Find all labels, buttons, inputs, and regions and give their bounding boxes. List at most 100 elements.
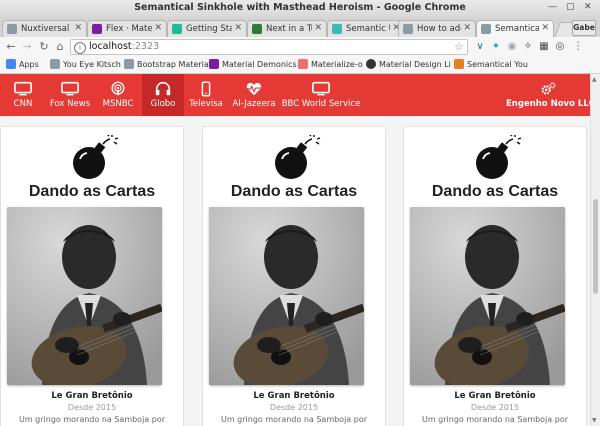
nav-label: MSNBC: [102, 99, 134, 109]
browser-tab[interactable]: Next in a Tu ✕: [247, 20, 327, 37]
card-since: Desde 2015: [67, 403, 117, 412]
bookmark-icon: [124, 59, 134, 69]
cogs-icon: [541, 82, 556, 95]
brand-engenho-novo[interactable]: Engenho Novo LLC: [506, 74, 590, 116]
tab-label: Next in a Tu: [266, 24, 312, 34]
bomb-icon: [275, 135, 321, 179]
browser-tab-active[interactable]: Semantical ✕: [476, 20, 554, 37]
bookmark-item[interactable]: Material Design Li: [366, 59, 451, 71]
tab-label: How to add: [417, 24, 461, 34]
card-name: Le Gran Bretônio: [253, 391, 335, 401]
tv-icon: [312, 81, 330, 96]
extension-icon[interactable]: ▦: [538, 41, 550, 53]
card-title: Dando as Cartas: [28, 183, 156, 200]
address-bar[interactable]: i localhost:2323 ☆: [70, 39, 468, 55]
nav-label: BBC World Service: [281, 99, 361, 109]
home-icon[interactable]: ⌂: [53, 39, 67, 55]
extension-icon[interactable]: ◎: [554, 41, 566, 53]
heartbeat-icon: [245, 82, 263, 96]
browser-toolbar: ← → ↻ ⌂ i localhost:2323 ☆ ∨ ✦ ◉ ✧ ▦ ◎ ⋮: [0, 37, 600, 57]
tab-favicon-icon: [403, 24, 413, 34]
window-titlebar: Semantical Sinkhole with Masthead Herois…: [0, 0, 600, 18]
browser-tab[interactable]: Flex · Materi ✕: [87, 20, 167, 37]
bookmark-item[interactable]: Semantical You: [454, 59, 528, 71]
tab-label: Nuxtiversal: [21, 24, 70, 34]
brand-label: Engenho Novo LLC: [506, 99, 590, 109]
profile-card: Dando as Cartas Le Gran Bretônio Desde 2…: [403, 126, 587, 426]
mobile-icon: [201, 81, 211, 97]
menu-icon[interactable]: ⋮: [572, 41, 584, 53]
tab-close-icon[interactable]: ✕: [463, 23, 471, 33]
card-description: Um gringo morando na Samboja por: [220, 415, 368, 424]
profile-card: Dando as Cartas Le Gran Bretônio Desde 2…: [202, 126, 386, 426]
nav-item-al-jazeera[interactable]: Al-Jazeera: [228, 74, 280, 116]
tab-close-icon[interactable]: ✕: [314, 23, 322, 33]
tab-favicon-icon: [172, 24, 182, 34]
nav-item-bbc-world-service[interactable]: BBC World Service: [280, 74, 362, 116]
tab-close-icon[interactable]: ✕: [74, 23, 82, 33]
nav-label: Al-Jazeera: [232, 99, 276, 109]
tv-icon: [61, 81, 79, 96]
bookmark-item[interactable]: Bootstrap Materia: [124, 59, 209, 71]
apps-icon: [6, 59, 16, 69]
forward-icon[interactable]: →: [20, 39, 34, 55]
maximize-icon[interactable]: ▢: [566, 2, 575, 12]
browser-tab[interactable]: Getting Star ✕: [167, 20, 247, 37]
bookmark-item[interactable]: Materialize-o: [298, 59, 363, 71]
profile-button[interactable]: Gabe: [572, 20, 596, 36]
browser-tab[interactable]: Semantic U ✕: [327, 20, 405, 37]
card-description: Um gringo morando na Samboja por: [421, 415, 569, 424]
profile-card: Dando as Cartas Le Gran Bretônio Desde 2…: [0, 126, 184, 426]
tab-close-icon[interactable]: ✕: [154, 23, 162, 33]
tab-label: Semantic U: [346, 24, 390, 34]
back-icon[interactable]: ←: [4, 39, 18, 55]
reload-icon[interactable]: ↻: [37, 39, 51, 55]
bookmark-icon: [50, 59, 60, 69]
tab-close-icon[interactable]: ✕: [234, 23, 242, 33]
bomb-icon: [476, 135, 522, 179]
musician-photo: [410, 207, 565, 385]
browser-tab[interactable]: How to add ✕: [398, 20, 476, 37]
tab-strip: Nuxtiversal ✕ Flex · Materi ✕ Getting St…: [0, 17, 600, 38]
site-info-icon[interactable]: i: [74, 42, 86, 54]
bookmark-star-icon[interactable]: ☆: [454, 40, 464, 53]
nav-item-msnbc[interactable]: MSNBC: [94, 74, 142, 116]
extension-icon[interactable]: ◉: [506, 41, 518, 53]
tab-close-icon[interactable]: ✕: [541, 23, 549, 33]
tab-favicon-icon: [481, 24, 491, 34]
masthead-nav: CNN Fox News MSNBC Globo Televisa Al-Jaz…: [0, 74, 590, 116]
tab-label: Semantical: [495, 24, 539, 34]
scrollbar-thumb[interactable]: [593, 199, 598, 294]
bookmark-apps[interactable]: Apps: [6, 59, 39, 71]
page-scrollbar[interactable]: ▲ ▼: [590, 74, 600, 426]
window-title: Semantical Sinkhole with Masthead Herois…: [134, 2, 466, 13]
bookmark-item[interactable]: You Eye Kitsch: [50, 59, 121, 71]
tab-favicon-icon: [332, 24, 342, 34]
extension-chevron-icon[interactable]: ∨: [474, 41, 486, 53]
address-url[interactable]: localhost:2323: [89, 41, 159, 52]
card-description: Um gringo morando na Samboja por: [18, 415, 166, 424]
browser-tab[interactable]: Nuxtiversal ✕: [2, 20, 87, 37]
nav-label: CNN: [13, 99, 33, 109]
nav-item-televisa[interactable]: Televisa: [184, 74, 228, 116]
minimize-icon[interactable]: —: [548, 2, 557, 12]
nav-item-cnn[interactable]: CNN: [0, 74, 46, 116]
tab-favicon-icon: [7, 24, 17, 34]
nav-item-globo[interactable]: Globo: [142, 74, 184, 116]
close-window-icon[interactable]: ✕: [584, 2, 592, 12]
card-name: Le Gran Bretônio: [51, 391, 133, 401]
scroll-down-icon[interactable]: ▼: [592, 417, 597, 424]
extension-icon[interactable]: ✧: [522, 41, 534, 53]
bookmarks-bar: Apps You Eye Kitsch Bootstrap Materia Ma…: [0, 57, 600, 74]
musician-photo: [7, 207, 162, 385]
nav-label: Globo: [150, 99, 176, 109]
tab-favicon-icon: [252, 24, 262, 34]
nav-label: Televisa: [189, 99, 223, 109]
tab-label: Getting Star: [186, 24, 232, 34]
bomb-icon: [73, 135, 119, 179]
scroll-up-icon[interactable]: ▲: [592, 76, 597, 83]
twitter-icon[interactable]: ✦: [490, 41, 502, 53]
card-since: Desde 2015: [470, 403, 520, 412]
nav-item-fox-news[interactable]: Fox News: [46, 74, 94, 116]
bookmark-item[interactable]: Material Demonics: [209, 59, 297, 71]
